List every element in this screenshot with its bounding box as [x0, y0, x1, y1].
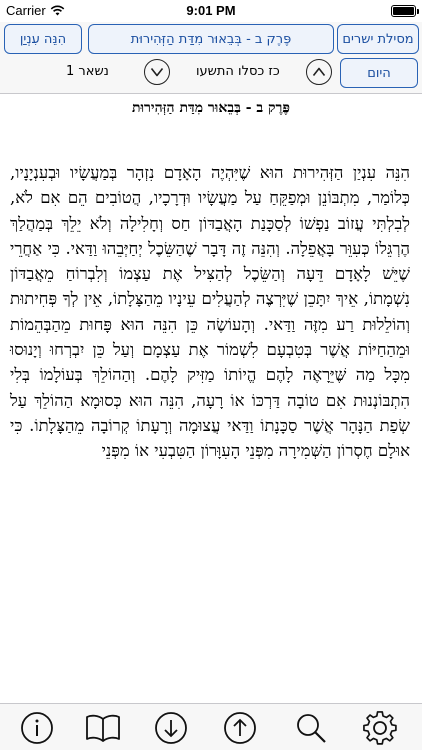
book-button[interactable]: מסילת ישרים [337, 24, 419, 54]
status-time: 9:01 PM [186, 3, 236, 18]
arrow-up-icon [224, 712, 256, 744]
info-button[interactable] [17, 708, 57, 748]
chapter-body-text: הִנֵּה עִנְיַן הַזְּהִירוּת הוּא שֶׁיִּה… [10, 163, 410, 461]
today-button[interactable]: היום [340, 58, 418, 88]
remaining-count: נשאר 1 [66, 64, 109, 79]
arrow-down-icon [155, 712, 187, 744]
battery-icon [391, 5, 419, 17]
previous-day-button[interactable] [144, 59, 170, 85]
bottom-toolbar [0, 703, 422, 750]
scroll-down-button[interactable] [151, 708, 191, 748]
next-day-button[interactable] [306, 59, 332, 85]
current-date: כז כסלו התשעו [196, 64, 280, 79]
topic-button[interactable]: הִנֵּה עִנְיַן [4, 24, 82, 54]
gear-icon [363, 711, 397, 745]
chevron-down-icon [150, 68, 164, 77]
chevron-up-icon [312, 67, 326, 76]
book-icon [86, 714, 120, 742]
status-bar: Carrier 9:01 PM [0, 0, 422, 22]
search-icon [297, 714, 326, 743]
book-button-toolbar[interactable] [83, 708, 123, 748]
settings-button[interactable] [360, 708, 400, 748]
search-button[interactable] [291, 708, 331, 748]
scroll-up-button[interactable] [220, 708, 260, 748]
chapter-select[interactable]: פֶּרֶק ב - בְּבֵאוּר מִדַּת הַזְּהִירוּת [88, 24, 334, 54]
info-icon [21, 712, 53, 744]
header: הִנֵּה עִנְיַן פֶּרֶק ב - בְּבֵאוּר מִדַ… [0, 22, 422, 94]
chapter-title: פֶּרֶק ב - בְּבֵאוּר מִדַּת הַזְּהִירוּת [131, 100, 291, 116]
